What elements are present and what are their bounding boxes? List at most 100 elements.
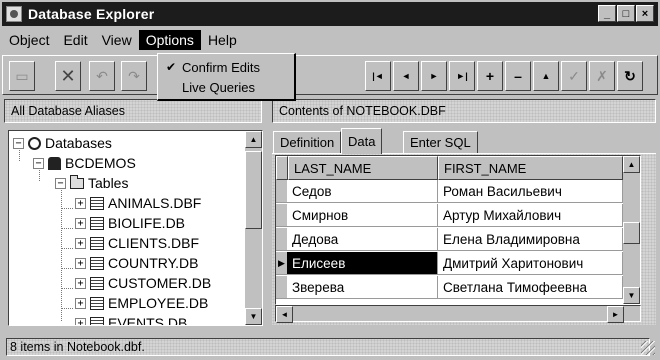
resize-grip-icon[interactable] — [641, 341, 655, 355]
prior-record-icon: ◄ — [401, 71, 411, 81]
grid-cell[interactable]: Роман Васильевич — [438, 180, 623, 203]
grid-cell-selected[interactable]: Елисеев — [287, 252, 438, 275]
tab-enter-sql[interactable]: Enter SQL — [403, 131, 478, 153]
scroll-thumb[interactable] — [623, 222, 640, 244]
row-indicator[interactable] — [276, 276, 287, 299]
expand-icon[interactable]: + — [75, 277, 86, 289]
column-header-first-name[interactable]: FIRST_NAME — [438, 156, 623, 180]
open-icon: ▭ — [15, 67, 29, 84]
grid-cell[interactable]: Седов — [287, 180, 438, 203]
prior-record-button[interactable]: ◄ — [393, 61, 419, 91]
menu-options[interactable]: Options — [138, 30, 201, 50]
row-indicator[interactable] — [276, 180, 287, 203]
current-row-indicator-icon[interactable]: ▶ — [276, 252, 287, 275]
options-dropdown: ✔ Confirm Edits Live Queries — [157, 53, 296, 101]
open-button[interactable]: ▭ — [9, 61, 35, 91]
collapse-icon[interactable]: − — [13, 137, 24, 149]
expand-icon[interactable]: + — [75, 217, 86, 229]
post-edit-button[interactable]: ✓ — [561, 61, 587, 91]
tree-node-label: BCDEMOS — [65, 155, 136, 171]
expand-icon[interactable]: + — [75, 297, 86, 309]
table-icon — [90, 256, 104, 270]
tree-node-table[interactable]: + ANIMALS.DBF — [75, 193, 201, 213]
table-icon — [90, 196, 104, 210]
row-indicator[interactable] — [276, 228, 287, 251]
scroll-left-icon[interactable]: ◄ — [276, 306, 293, 323]
redo-button[interactable]: ↷ — [121, 61, 147, 91]
maximize-button[interactable]: □ — [617, 5, 635, 22]
collapse-icon[interactable]: − — [55, 177, 66, 189]
menu-view[interactable]: View — [95, 30, 139, 50]
tree-node-table[interactable]: + CUSTOMER.DB — [75, 273, 211, 293]
grid-cell[interactable]: Зверева — [287, 276, 438, 299]
edit-record-button[interactable]: ▲ — [533, 61, 559, 91]
expand-icon[interactable]: + — [75, 257, 86, 269]
expand-icon[interactable]: + — [75, 197, 86, 209]
expand-icon[interactable]: + — [75, 237, 86, 249]
insert-record-button[interactable]: + — [477, 61, 503, 91]
tab-definition[interactable]: Definition — [273, 131, 342, 153]
tree-node-bcdemos[interactable]: − BCDEMOS — [33, 153, 136, 173]
tree-node-label: Tables — [88, 175, 129, 191]
contents-header: Contents of NOTEBOOK.DBF — [272, 99, 656, 123]
column-header-last-name[interactable]: LAST_NAME — [288, 156, 438, 180]
close-button[interactable]: × — [636, 5, 654, 22]
undo-icon: ↶ — [96, 67, 108, 84]
menu-edit[interactable]: Edit — [56, 30, 94, 50]
tree-node-tables[interactable]: − Tables — [55, 173, 128, 193]
edit-record-icon: ▲ — [541, 71, 551, 81]
last-record-button[interactable]: ►| — [449, 61, 475, 91]
collapse-icon[interactable]: − — [33, 157, 44, 169]
scroll-up-icon[interactable]: ▲ — [245, 131, 262, 148]
scroll-down-icon[interactable]: ▼ — [623, 287, 640, 304]
row-indicator[interactable] — [276, 204, 287, 227]
scroll-up-icon[interactable]: ▲ — [623, 156, 640, 173]
grid-cell[interactable]: Светлана Тимофеевна — [438, 276, 623, 299]
delete-button[interactable]: ✕ — [55, 61, 81, 91]
insert-record-icon: + — [485, 68, 495, 84]
cancel-edit-icon: ✗ — [596, 67, 608, 84]
data-grid[interactable]: LAST_NAME FIRST_NAME Седов Роман Василье… — [275, 155, 641, 305]
menu-item-live-queries[interactable]: Live Queries — [158, 77, 294, 97]
tree-node-table[interactable]: + EVENTS.DB — [75, 313, 187, 325]
scroll-down-icon[interactable]: ▼ — [245, 308, 262, 325]
app-icon[interactable] — [6, 6, 22, 22]
checkmark-icon: ✔ — [166, 60, 177, 74]
toolbar: ▭ ✕ ↶ ↷ |◄ ◄ ► ►| + – ▲ ✓ ✗ ↻ — [2, 55, 658, 95]
scroll-right-icon[interactable]: ► — [607, 306, 624, 323]
grid-corner — [276, 156, 288, 180]
cancel-edit-button[interactable]: ✗ — [589, 61, 615, 91]
grid-cell[interactable]: Дмитрий Харитонович — [438, 252, 623, 275]
grid-vertical-scrollbar[interactable]: ▲ ▼ — [623, 156, 640, 304]
tree-node-label: BIOLIFE.DB — [108, 215, 186, 231]
grid-cell[interactable]: Артур Михайлович — [438, 204, 623, 227]
tree-node-databases[interactable]: − Databases — [13, 133, 112, 153]
tree-node-table[interactable]: + BIOLIFE.DB — [75, 213, 185, 233]
tab-data[interactable]: Data — [341, 128, 383, 154]
grid-cell[interactable]: Смирнов — [287, 204, 438, 227]
tree-scrollbar[interactable]: ▲ ▼ — [245, 131, 262, 325]
menu-item-confirm-edits[interactable]: ✔ Confirm Edits — [158, 57, 294, 77]
menu-help[interactable]: Help — [201, 30, 244, 50]
tree-node-label: Databases — [45, 135, 112, 151]
first-record-button[interactable]: |◄ — [365, 61, 391, 91]
next-record-button[interactable]: ► — [421, 61, 447, 91]
tree-node-table[interactable]: + CLIENTS.DBF — [75, 233, 199, 253]
grid-cell[interactable]: Дедова — [287, 228, 438, 251]
tree-node-table[interactable]: + EMPLOYEE.DB — [75, 293, 208, 313]
tree-node-label: CLIENTS.DBF — [108, 235, 200, 251]
undo-button[interactable]: ↶ — [89, 61, 115, 91]
grid-cell[interactable]: Елена Владимировна — [438, 228, 623, 251]
tree-node-table[interactable]: + COUNTRY.DB — [75, 253, 199, 273]
refresh-icon: ↻ — [624, 67, 636, 84]
minimize-button[interactable]: _ — [598, 5, 616, 22]
database-tree: − Databases − BCDEMOS − Tables + ANIMALS… — [8, 130, 263, 326]
expand-icon[interactable]: + — [75, 317, 86, 325]
delete-record-button[interactable]: – — [505, 61, 531, 91]
scroll-thumb[interactable] — [245, 151, 262, 229]
window-title: Database Explorer — [28, 6, 155, 22]
grid-horizontal-scrollbar[interactable]: ◄ ► — [275, 305, 641, 323]
menu-object[interactable]: Object — [2, 30, 56, 50]
table-icon — [90, 316, 104, 325]
refresh-button[interactable]: ↻ — [617, 61, 643, 91]
